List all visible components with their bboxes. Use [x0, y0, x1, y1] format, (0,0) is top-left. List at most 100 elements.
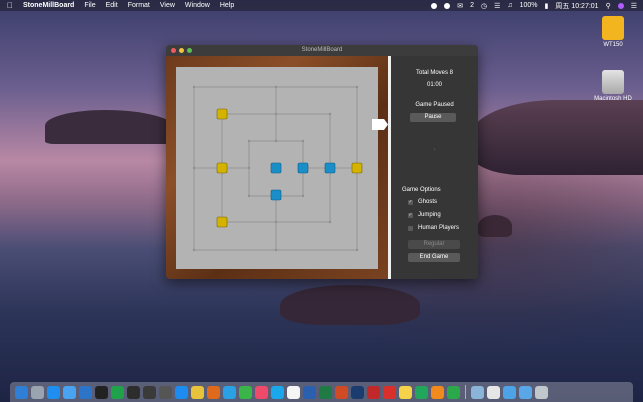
minimize-icon[interactable]: [179, 48, 184, 53]
vlc-icon[interactable]: [431, 385, 444, 399]
wechat-status-icon[interactable]: [444, 2, 451, 9]
excel-icon[interactable]: [319, 385, 332, 399]
battery-percent[interactable]: 100%: [520, 2, 538, 9]
trash-icon[interactable]: [535, 385, 548, 399]
turn-indicator: [372, 119, 388, 130]
drive-icon: [602, 16, 624, 40]
jumping-label: Jumping: [418, 212, 441, 218]
volume-icon[interactable]: ♫: [507, 2, 512, 9]
mail-icon[interactable]: [63, 385, 76, 399]
window-title: StoneMillBoard: [301, 47, 343, 53]
screen-icon[interactable]: [159, 385, 172, 399]
menu-file[interactable]: File: [84, 2, 95, 9]
yellow-piece: [216, 216, 228, 228]
dock: [10, 382, 633, 402]
mill-board[interactable]: [176, 67, 388, 269]
yellow-piece: [216, 162, 228, 174]
blue-piece: [270, 189, 282, 201]
hard-disk-icon: [602, 70, 624, 94]
total-moves: Total Moves 8: [415, 70, 454, 76]
siri-icon[interactable]: [617, 2, 624, 9]
skype-icon[interactable]: [271, 385, 284, 399]
menu-help[interactable]: Help: [220, 2, 234, 9]
menu-edit[interactable]: Edit: [106, 2, 118, 9]
options-heading: Game Options: [402, 187, 441, 193]
calendar-icon[interactable]: [287, 385, 300, 399]
filezilla-icon[interactable]: [367, 385, 380, 399]
firefox-icon[interactable]: [207, 385, 220, 399]
ghosts-checkbox[interactable]: ✓: [408, 199, 413, 205]
desktop-drive-wt150[interactable]: WT150: [591, 16, 635, 48]
menu-format[interactable]: Format: [128, 2, 150, 9]
menu-window[interactable]: Window: [185, 2, 210, 9]
word-icon[interactable]: [303, 385, 316, 399]
qq-status-icon[interactable]: [431, 2, 438, 9]
desktop-label-wt150: WT150: [603, 42, 623, 48]
photos-icon[interactable]: [487, 385, 500, 399]
menu-view[interactable]: View: [160, 2, 175, 9]
human-players-label: Human Players: [418, 225, 460, 231]
notes-icon[interactable]: [399, 385, 412, 399]
board-lines: [192, 85, 363, 252]
battery-icon[interactable]: ▮: [545, 2, 549, 10]
powerpoint-icon[interactable]: [335, 385, 348, 399]
console-icon[interactable]: [127, 385, 140, 399]
pdf-icon[interactable]: [383, 385, 396, 399]
board-frame: [166, 56, 388, 279]
notification-count: 2: [470, 2, 474, 9]
sync-icon[interactable]: [447, 385, 460, 399]
safari-icon[interactable]: [47, 385, 60, 399]
spinner-icon: ‘: [433, 149, 436, 155]
yellow-piece: [351, 162, 363, 174]
close-icon[interactable]: [171, 48, 176, 53]
blue-piece: [270, 162, 282, 174]
folder-icon[interactable]: [503, 385, 516, 399]
zoom-icon[interactable]: [187, 48, 192, 53]
vscode-icon[interactable]: [79, 385, 92, 399]
launchpad-icon[interactable]: [31, 385, 44, 399]
apple-icon[interactable]: : [5, 1, 15, 10]
timer: 01:00: [426, 82, 442, 88]
option-ghosts[interactable]: ✓ Ghosts: [408, 199, 437, 205]
regular-button[interactable]: Regular: [408, 240, 460, 249]
blue-piece: [297, 162, 309, 174]
blue-piece: [324, 162, 336, 174]
search-icon[interactable]: ⚲: [606, 2, 611, 10]
finder-icon[interactable]: [15, 385, 28, 399]
appstore-icon[interactable]: [175, 385, 188, 399]
rock-right: [478, 215, 512, 237]
chrome-icon[interactable]: [191, 385, 204, 399]
option-jumping[interactable]: ✓ Jumping: [408, 212, 441, 218]
yellow-piece: [216, 108, 228, 120]
dock-separator: [465, 385, 466, 399]
wifi-icon[interactable]: ☰: [494, 2, 500, 10]
music-icon[interactable]: [255, 385, 268, 399]
cliff-right: [470, 100, 643, 175]
photoshop-icon[interactable]: [351, 385, 364, 399]
rocks-bottom: [280, 285, 420, 325]
pause-button[interactable]: Pause: [410, 113, 456, 122]
window-titlebar[interactable]: StoneMillBoard: [166, 45, 478, 56]
end-game-button[interactable]: End Game: [408, 253, 460, 262]
menu-bar:  StoneMillBoard File Edit Format View W…: [0, 0, 643, 11]
wechat-icon[interactable]: [239, 385, 252, 399]
jumping-checkbox[interactable]: ✓: [408, 212, 413, 218]
pycharm-icon[interactable]: [415, 385, 428, 399]
option-human-players[interactable]: Human Players: [408, 225, 459, 231]
human-players-checkbox[interactable]: [408, 225, 413, 231]
downloads-icon[interactable]: [519, 385, 532, 399]
side-panel: Total Moves 8 01:00 Game Paused Pause ‘ …: [391, 56, 478, 279]
menu-app-name[interactable]: StoneMillBoard: [23, 2, 74, 9]
timemachine-icon[interactable]: ◷: [481, 2, 487, 10]
game-window: StoneMillBoard Total Moves 8 01:00 Game …: [166, 45, 478, 279]
desktop-drive-macintosh[interactable]: Macintosh HD: [591, 70, 635, 102]
preview-icon[interactable]: [471, 385, 484, 399]
spreadsheet-icon[interactable]: [111, 385, 124, 399]
qq-icon[interactable]: [223, 385, 236, 399]
control-center-icon[interactable]: ☰: [631, 2, 637, 10]
clock[interactable]: 周五 10:27:01: [555, 1, 598, 11]
desktop-label-macintosh: Macintosh HD: [594, 96, 632, 102]
activity-icon[interactable]: [143, 385, 156, 399]
terminal-icon[interactable]: [95, 385, 108, 399]
notification-icon[interactable]: ✉: [457, 2, 463, 10]
